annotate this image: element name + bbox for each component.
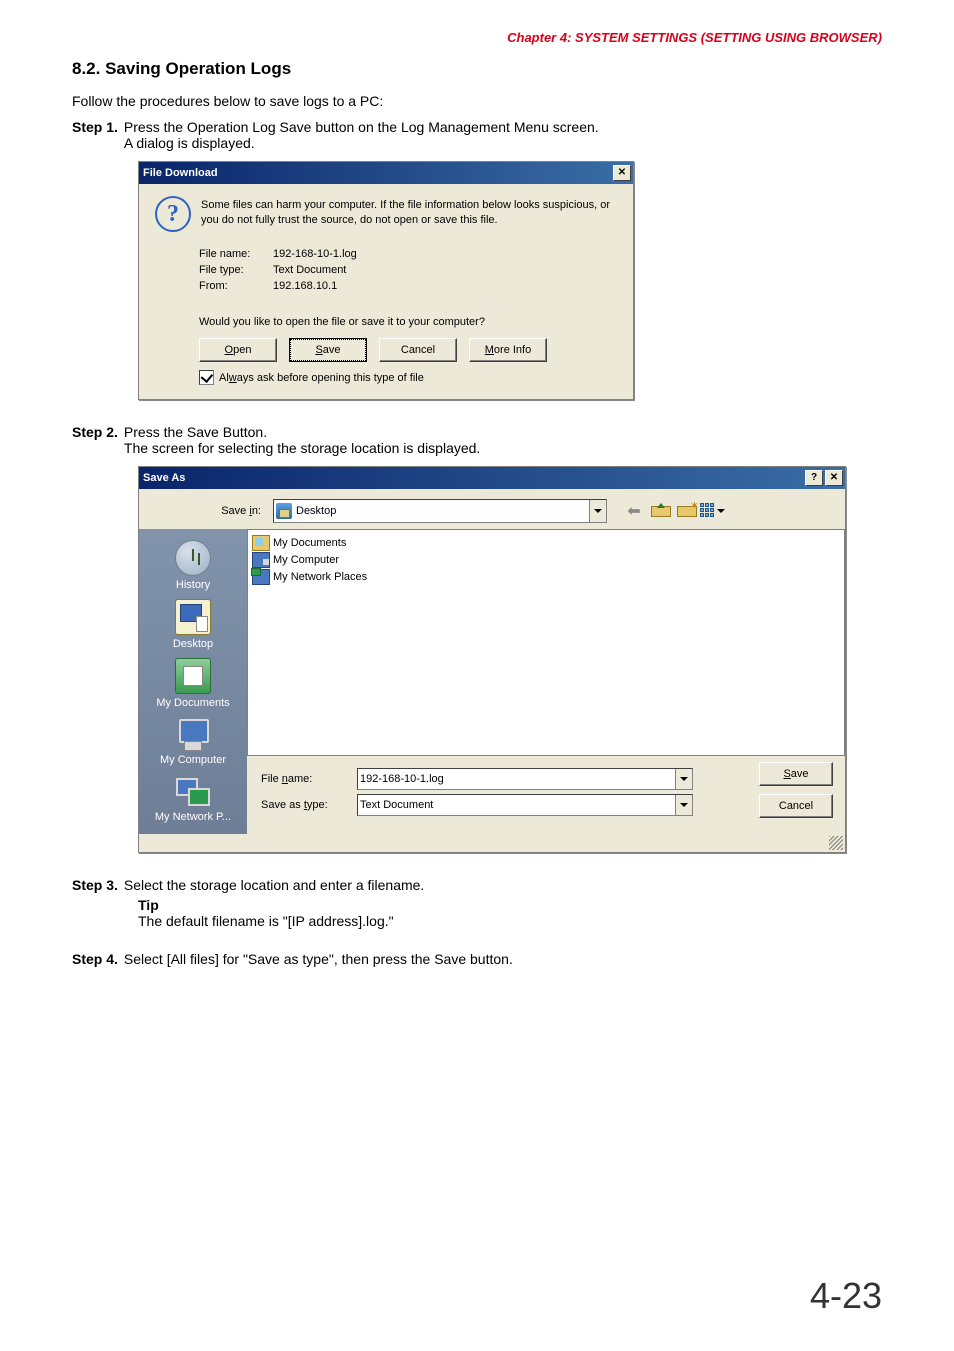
always-ask-checkbox[interactable] bbox=[199, 370, 214, 385]
more-info-button[interactable]: More Info bbox=[469, 338, 547, 362]
tip-text: The default filename is "[IP address].lo… bbox=[138, 913, 882, 929]
question-icon: ? bbox=[155, 196, 191, 232]
open-button[interactable]: Open bbox=[199, 338, 277, 362]
cancel-button[interactable]: Cancel bbox=[759, 794, 833, 818]
new-folder-icon bbox=[677, 505, 695, 517]
step4-label: Step 4. bbox=[72, 951, 118, 967]
back-button[interactable]: ⬅ bbox=[623, 500, 645, 522]
chevron-down-icon[interactable] bbox=[675, 795, 692, 815]
section-title: 8.2. Saving Operation Logs bbox=[72, 59, 882, 79]
resize-grip-icon[interactable] bbox=[829, 836, 843, 850]
help-icon[interactable]: ? bbox=[805, 470, 823, 486]
views-icon bbox=[700, 503, 714, 519]
filename-input-value: 192-168-10-1.log bbox=[360, 773, 444, 785]
chevron-down-icon[interactable] bbox=[675, 769, 692, 789]
filename-input[interactable]: 192-168-10-1.log bbox=[357, 768, 693, 790]
documents-icon bbox=[175, 658, 211, 694]
from-value: 192.168.10.1 bbox=[273, 280, 337, 292]
tip-label: Tip bbox=[138, 897, 882, 913]
file-download-title: File Download bbox=[143, 167, 611, 179]
desktop-icon bbox=[175, 599, 211, 635]
step3-label: Step 3. bbox=[72, 877, 118, 893]
save-as-type-value: Text Document bbox=[360, 799, 433, 811]
step1-line1: Press the Operation Log Save button on t… bbox=[124, 119, 882, 135]
step2-line1: Press the Save Button. bbox=[124, 424, 882, 440]
network-icon bbox=[176, 774, 210, 808]
arrow-left-icon: ⬅ bbox=[627, 501, 640, 521]
step1-line2: A dialog is displayed. bbox=[124, 135, 882, 151]
places-bar: History Desktop My Documents My Computer… bbox=[139, 529, 247, 834]
filename-label: File name: bbox=[247, 773, 357, 785]
filetype-key: File type: bbox=[199, 264, 273, 276]
save-in-value: Desktop bbox=[296, 505, 336, 517]
save-as-dialog: Save As ? ✕ Save in: Desktop ⬅ bbox=[138, 466, 846, 853]
save-as-titlebar[interactable]: Save As ? ✕ bbox=[139, 467, 845, 489]
list-item[interactable]: My Computer bbox=[252, 551, 840, 568]
save-as-type-combo[interactable]: Text Document bbox=[357, 794, 693, 816]
step2-label: Step 2. bbox=[72, 424, 118, 456]
file-download-titlebar[interactable]: File Download ✕ bbox=[139, 162, 633, 184]
folder-icon bbox=[252, 535, 270, 551]
filename-key: File name: bbox=[199, 248, 273, 260]
save-button[interactable]: Save bbox=[759, 762, 833, 786]
intro-text: Follow the procedures below to save logs… bbox=[72, 93, 882, 109]
list-item[interactable]: My Network Places bbox=[252, 568, 840, 585]
save-as-type-label: Save as type: bbox=[247, 799, 357, 811]
save-in-combo[interactable]: Desktop bbox=[273, 499, 607, 523]
always-ask-label: Always ask before opening this type of f… bbox=[219, 372, 424, 384]
history-icon bbox=[175, 540, 211, 576]
step1-label: Step 1. bbox=[72, 119, 118, 151]
chapter-header: Chapter 4: SYSTEM SETTINGS (SETTING USIN… bbox=[72, 30, 882, 45]
file-download-prompt: Would you like to open the file or save … bbox=[199, 316, 623, 328]
places-history[interactable]: History bbox=[173, 537, 213, 594]
file-download-dialog: File Download ✕ ? Some files can harm yo… bbox=[138, 161, 634, 400]
save-button[interactable]: Save bbox=[289, 338, 367, 362]
computer-icon bbox=[176, 717, 210, 751]
chevron-down-icon bbox=[717, 509, 725, 513]
new-folder-button[interactable] bbox=[675, 500, 697, 522]
cancel-button[interactable]: Cancel bbox=[379, 338, 457, 362]
step2-line2: The screen for selecting the storage loc… bbox=[124, 440, 882, 456]
filename-value: 192-168-10-1.log bbox=[273, 248, 357, 260]
file-download-warning: Some files can harm your computer. If th… bbox=[201, 196, 623, 232]
page-number: 4-23 bbox=[810, 1275, 882, 1317]
from-key: From: bbox=[199, 280, 273, 292]
list-item[interactable]: My Documents bbox=[252, 534, 840, 551]
computer-icon bbox=[252, 552, 270, 568]
desktop-icon bbox=[276, 503, 292, 519]
file-list[interactable]: My Documents My Computer My Network Plac… bbox=[247, 529, 845, 756]
filetype-value: Text Document bbox=[273, 264, 346, 276]
up-one-level-button[interactable] bbox=[649, 500, 671, 522]
places-my-network[interactable]: My Network P... bbox=[153, 771, 233, 826]
chevron-down-icon[interactable] bbox=[589, 500, 606, 522]
views-button[interactable] bbox=[701, 500, 723, 522]
network-icon bbox=[252, 569, 270, 585]
step4-line1: Select [All files] for "Save as type", t… bbox=[124, 951, 882, 967]
places-my-documents[interactable]: My Documents bbox=[154, 655, 231, 712]
folder-up-icon bbox=[651, 505, 669, 517]
close-icon[interactable]: ✕ bbox=[613, 165, 631, 181]
save-as-title: Save As bbox=[143, 472, 803, 484]
save-in-label: Save in: bbox=[151, 505, 273, 517]
step3-line1: Select the storage location and enter a … bbox=[124, 877, 882, 893]
places-my-computer[interactable]: My Computer bbox=[158, 714, 228, 769]
places-desktop[interactable]: Desktop bbox=[171, 596, 215, 653]
close-icon[interactable]: ✕ bbox=[825, 470, 843, 486]
